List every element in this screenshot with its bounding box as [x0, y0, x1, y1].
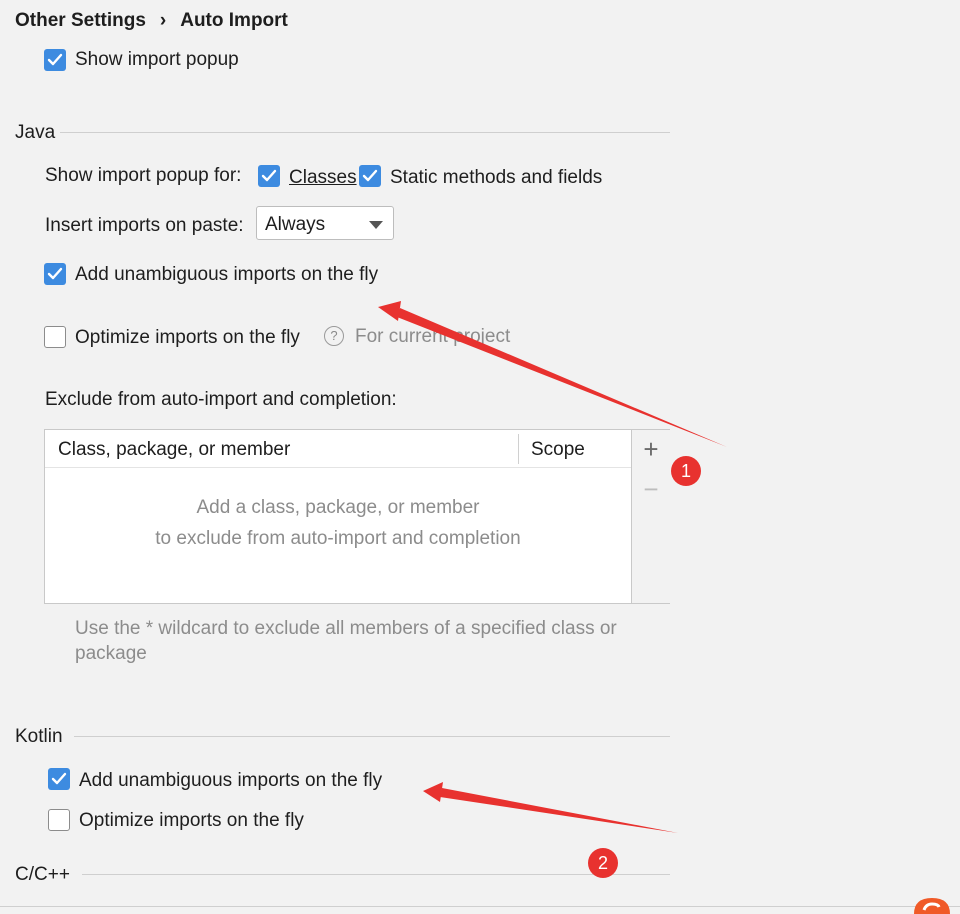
annotation-arrow-2: [423, 782, 678, 833]
annotation-arrow-1: [378, 301, 727, 447]
annotation-badge-2: 2: [588, 848, 618, 878]
logo-icon: [910, 894, 954, 914]
annotation-arrows: [378, 301, 727, 833]
annotation-badge-1: 1: [671, 456, 701, 486]
